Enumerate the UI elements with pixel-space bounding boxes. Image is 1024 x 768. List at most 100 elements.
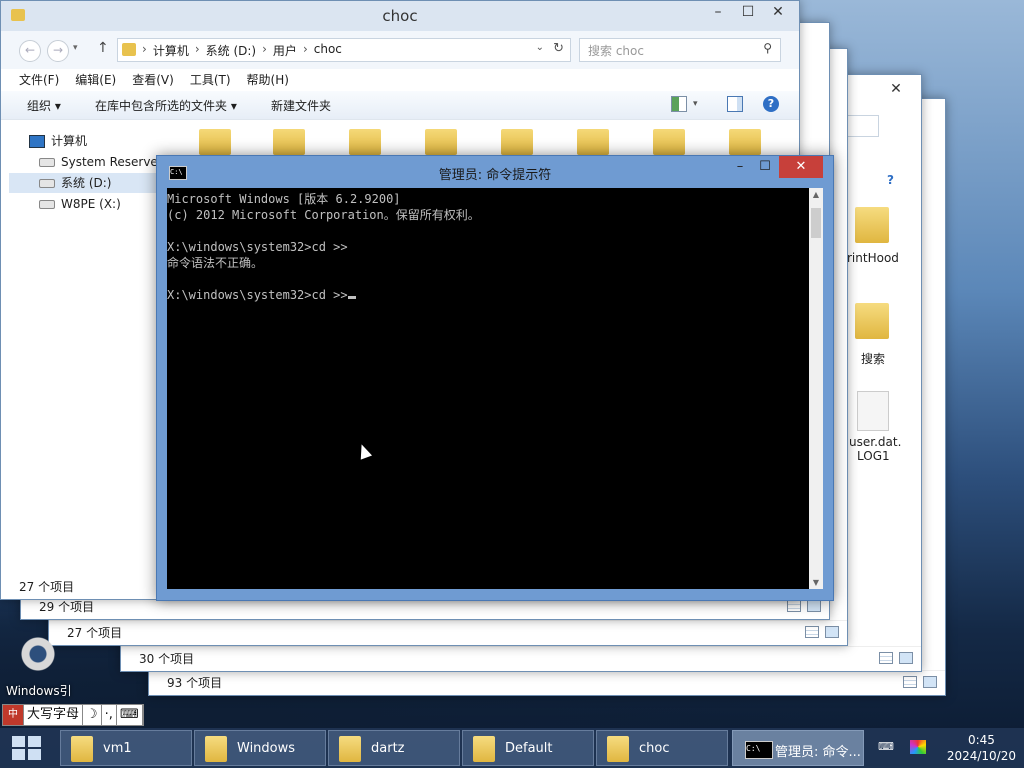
help-icon[interactable]: ? [763, 96, 779, 112]
breadcrumb-users[interactable]: 用户 [273, 42, 297, 59]
folder-icon [205, 736, 227, 762]
command-prompt-window[interactable]: C:\ 管理员: 命令提示符 – ☐ ✕ Microsoft Windows [… [156, 155, 834, 601]
taskbar-button-choc[interactable]: choc [596, 730, 728, 766]
scroll-down-icon[interactable]: ▼ [809, 578, 823, 587]
organize-button[interactable]: 组织 ▾ [27, 97, 61, 114]
gear-icon[interactable] [18, 634, 58, 674]
file-icon[interactable] [857, 391, 889, 431]
title-bar[interactable]: choc – ☐ ✕ [1, 1, 799, 31]
search-icon[interactable]: ⚲ [763, 41, 772, 55]
address-dropdown-icon[interactable]: ⌄ [536, 42, 544, 53]
preview-pane-icon[interactable] [727, 96, 743, 112]
folder-icon[interactable] [425, 129, 457, 155]
nav-drive-x[interactable]: W8PE (X:) [9, 194, 121, 214]
console-icon: C:\ [745, 741, 773, 759]
large-icons-view-icon[interactable] [923, 676, 937, 688]
nav-drive-d[interactable]: 系统 (D:) [9, 173, 159, 193]
close-button[interactable]: ✕ [779, 156, 823, 178]
help-icon[interactable]: ? [887, 173, 894, 187]
forward-button[interactable]: → [47, 40, 69, 62]
up-arrow-icon[interactable]: ↑ [97, 40, 109, 56]
display-tray-icon[interactable] [910, 740, 926, 754]
large-icons-view-icon[interactable] [807, 600, 821, 612]
vertical-scrollbar[interactable]: ▲ ▼ [809, 188, 823, 589]
refresh-icon[interactable]: ↻ [553, 41, 564, 56]
window-title: choc [382, 7, 418, 25]
ime-caps-mode[interactable]: 大写字母 [24, 705, 84, 725]
folder-icon [607, 736, 629, 762]
minimize-button[interactable]: – [727, 156, 753, 178]
details-view-icon[interactable] [787, 600, 801, 612]
folder-icon [122, 43, 136, 56]
breadcrumb-drive[interactable]: 系统 (D:) [206, 42, 256, 59]
folder-icon[interactable] [273, 129, 305, 155]
menu-view[interactable]: 查看(V) [132, 69, 174, 91]
navigation-pane: 计算机 System Reserved 系统 (D:) W8PE (X:) [1, 119, 165, 559]
console-output[interactable]: Microsoft Windows [版本 6.2.9200] (c) 2012… [167, 188, 809, 589]
clock[interactable]: 0:45 2024/10/20 [947, 732, 1016, 764]
drive-icon [39, 200, 55, 209]
folder-icon[interactable] [653, 129, 685, 155]
large-icons-view-icon[interactable] [825, 626, 839, 638]
console-line: X:\windows\system32>cd >> [167, 240, 348, 254]
recent-dropdown-icon[interactable]: ▾ [73, 43, 78, 53]
printhood-folder-icon[interactable] [855, 207, 889, 243]
folder-icon[interactable] [349, 129, 381, 155]
ime-keyboard-icon[interactable]: ⌨ [117, 705, 143, 725]
menu-tools[interactable]: 工具(T) [190, 69, 231, 91]
scroll-up-icon[interactable]: ▲ [809, 190, 823, 199]
large-icons-view-icon[interactable] [899, 652, 913, 664]
folder-icon [339, 736, 361, 762]
folder-icon[interactable] [199, 129, 231, 155]
details-view-icon[interactable] [903, 676, 917, 688]
view-dropdown-icon[interactable]: ▾ [693, 99, 709, 115]
close-button[interactable]: ✕ [763, 1, 793, 23]
drive-icon [39, 179, 55, 188]
taskbar: vm1 Windows dartz Default choc C:\ 管理员: 命… [0, 728, 1024, 768]
search-folder-icon[interactable] [855, 303, 889, 339]
new-folder-button[interactable]: 新建文件夹 [271, 97, 331, 114]
menu-bar: 文件(F) 编辑(E) 查看(V) 工具(T) 帮助(H) [1, 69, 799, 91]
item-label: 搜索 [861, 352, 886, 366]
details-view-icon[interactable] [805, 626, 819, 638]
minimize-button[interactable]: – [703, 1, 733, 23]
nav-drive-system-reserved[interactable]: System Reserved [9, 152, 165, 172]
folder-icon [71, 736, 93, 762]
folder-icon[interactable] [729, 129, 761, 155]
nav-computer[interactable]: 计算机 [9, 131, 87, 151]
include-in-library-button[interactable]: 在库中包含所选的文件夹 ▾ [95, 97, 237, 114]
title-bar[interactable]: C:\ 管理员: 命令提示符 – ☐ ✕ [157, 156, 833, 188]
taskbar-button-vm1[interactable]: vm1 [60, 730, 192, 766]
maximize-button[interactable]: ☐ [733, 1, 763, 23]
clock-time: 0:45 [967, 733, 995, 747]
console-line: Microsoft Windows [版本 6.2.9200] [167, 192, 401, 206]
console-line: X:\windows\system32>cd >> [167, 288, 348, 302]
clock-date: 2024/10/20 [946, 749, 1016, 763]
breadcrumb-computer[interactable]: 计算机 [153, 42, 189, 59]
maximize-button[interactable]: ☐ [753, 156, 777, 178]
menu-help[interactable]: 帮助(H) [247, 69, 289, 91]
taskbar-button-default[interactable]: Default [462, 730, 594, 766]
ime-logo-icon[interactable]: 中 [3, 705, 24, 725]
scroll-thumb[interactable] [811, 208, 821, 238]
details-view-icon[interactable] [879, 652, 893, 664]
taskbar-button-windows[interactable]: Windows [194, 730, 326, 766]
ime-punctuation-icon[interactable]: ·, [102, 705, 117, 725]
status-item-count: 27 个项目 [67, 626, 123, 640]
start-button[interactable] [12, 736, 42, 760]
taskbar-button-dartz[interactable]: dartz [328, 730, 460, 766]
folder-icon[interactable] [577, 129, 609, 155]
folder-icon[interactable] [501, 129, 533, 155]
ime-width-icon[interactable]: ☽ [83, 705, 102, 725]
address-box[interactable]: › 计算机 › 系统 (D:) › 用户 › choc ⌄ ↻ [117, 38, 571, 62]
breadcrumb-choc[interactable]: choc [314, 42, 342, 59]
back-button[interactable]: ← [19, 40, 41, 62]
menu-file[interactable]: 文件(F) [19, 69, 59, 91]
keyboard-tray-icon[interactable]: ⌨ [878, 740, 894, 753]
search-input[interactable]: 搜索 choc ⚲ [579, 38, 781, 62]
close-button[interactable]: ✕ [881, 81, 911, 97]
taskbar-button-cmd[interactable]: C:\ 管理员: 命令... [732, 730, 864, 766]
menu-edit[interactable]: 编辑(E) [75, 69, 116, 91]
change-view-icon[interactable] [671, 96, 687, 112]
search-box-stub[interactable] [847, 115, 879, 137]
